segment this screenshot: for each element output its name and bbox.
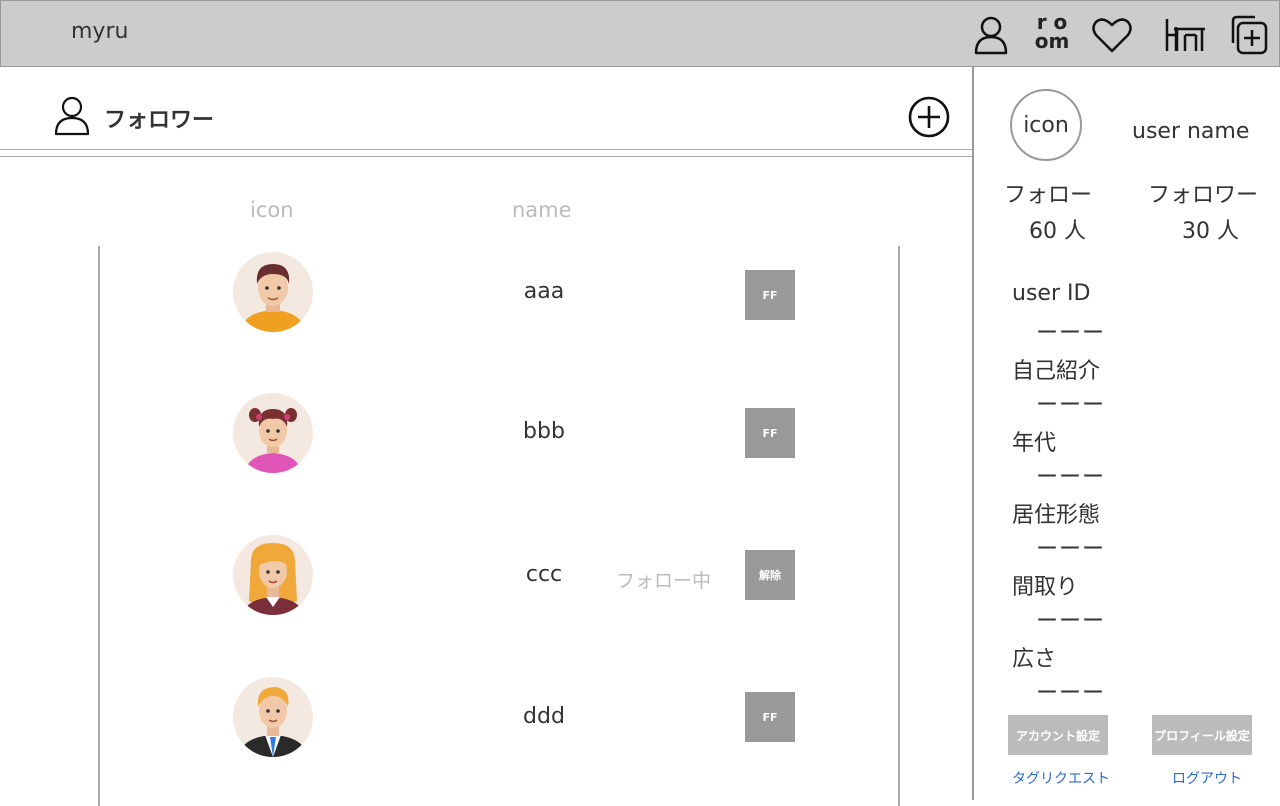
account-settings-button[interactable]: アカウント設定 bbox=[1008, 715, 1108, 755]
user-name[interactable]: ccc bbox=[500, 562, 588, 587]
follow-back-button[interactable]: FF bbox=[745, 408, 795, 458]
profile-sidebar: icon user name フォロー 60 人 フォロワー 30 人 user… bbox=[974, 67, 1280, 800]
follow-count[interactable]: 60 人 bbox=[1029, 213, 1086, 245]
divider bbox=[0, 156, 972, 157]
field-label-age: 年代 bbox=[1012, 431, 1057, 456]
field-label-layout: 間取り bbox=[1012, 575, 1079, 600]
profile-settings-button[interactable]: プロフィール設定 bbox=[1152, 715, 1252, 755]
field-value-residence: ーーー bbox=[1036, 537, 1106, 562]
page-title: フォロワー bbox=[104, 108, 215, 133]
divider bbox=[0, 149, 972, 150]
list-item[interactable]: bbb FF bbox=[100, 388, 898, 478]
user-icon bbox=[54, 96, 90, 136]
add-post-icon[interactable] bbox=[1225, 13, 1269, 57]
avatar[interactable] bbox=[233, 535, 313, 615]
field-value-user-id: ーーー bbox=[1036, 321, 1106, 346]
room-icon[interactable]: r o om bbox=[1031, 12, 1073, 57]
furniture-icon[interactable] bbox=[1163, 13, 1207, 57]
follower-label[interactable]: フォロワー bbox=[1148, 177, 1258, 209]
user-name[interactable]: aaa bbox=[500, 279, 588, 304]
top-bar: myru r o om bbox=[0, 0, 1280, 67]
user-name[interactable]: ddd bbox=[500, 704, 588, 729]
column-header-icon: icon bbox=[250, 198, 294, 222]
column-header-name: name bbox=[512, 198, 572, 222]
user-name[interactable]: bbb bbox=[500, 419, 588, 444]
main-panel: フォロワー icon name aaa FF bbb FF ccc フォロー中 … bbox=[0, 67, 972, 806]
follower-count[interactable]: 30 人 bbox=[1182, 213, 1239, 245]
field-label-size: 広さ bbox=[1012, 647, 1057, 672]
avatar[interactable] bbox=[233, 677, 313, 757]
list-item[interactable]: aaa FF bbox=[100, 247, 898, 337]
tag-request-link[interactable]: タグリクエスト bbox=[1012, 768, 1110, 788]
avatar[interactable] bbox=[233, 393, 313, 473]
field-label-bio: 自己紹介 bbox=[1012, 359, 1101, 384]
logout-link[interactable]: ログアウト bbox=[1172, 768, 1242, 788]
add-follower-button[interactable] bbox=[907, 95, 951, 139]
field-label-residence: 居住形態 bbox=[1012, 503, 1101, 528]
follow-back-button[interactable]: FF bbox=[745, 692, 795, 742]
brand-logo[interactable]: myru bbox=[71, 19, 128, 44]
heart-icon[interactable] bbox=[1090, 13, 1134, 57]
field-value-age: ーーー bbox=[1036, 465, 1106, 490]
follow-back-button[interactable]: FF bbox=[745, 270, 795, 320]
field-value-bio: ーーー bbox=[1036, 393, 1106, 418]
list-item[interactable]: ddd FF bbox=[100, 672, 898, 762]
list-border bbox=[898, 246, 900, 806]
user-icon[interactable] bbox=[969, 13, 1013, 57]
unfollow-button[interactable]: 解除 bbox=[745, 550, 795, 600]
field-value-layout: ーーー bbox=[1036, 609, 1106, 634]
profile-username: user name bbox=[1132, 119, 1250, 144]
avatar[interactable] bbox=[233, 252, 313, 332]
profile-avatar[interactable]: icon bbox=[1010, 89, 1082, 161]
follow-status: フォロー中 bbox=[616, 570, 712, 592]
field-value-size: ーーー bbox=[1036, 681, 1106, 706]
page-header: フォロワー bbox=[0, 67, 972, 157]
follow-label[interactable]: フォロー bbox=[1004, 177, 1092, 209]
field-label-user-id: user ID bbox=[1012, 281, 1091, 306]
list-item[interactable]: ccc フォロー中 解除 bbox=[100, 530, 898, 620]
